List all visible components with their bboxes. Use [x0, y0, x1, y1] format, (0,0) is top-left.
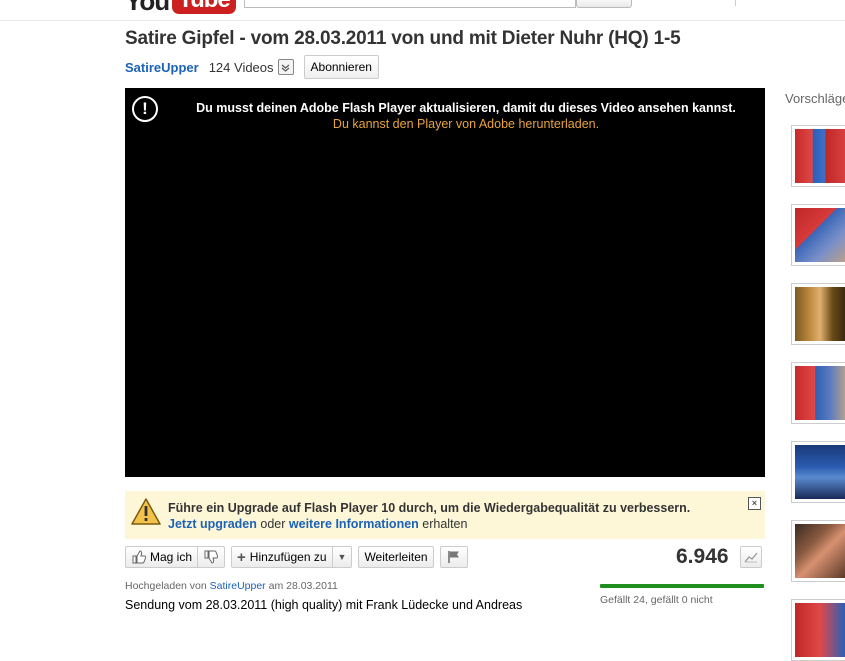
- channel-row: SatireUpper 124 Videos Abonnieren: [125, 55, 379, 79]
- thumbnail-image: [795, 603, 845, 657]
- thumbnail-image: [795, 208, 845, 262]
- warning-icon: [131, 498, 161, 525]
- stats-button[interactable]: [740, 546, 762, 568]
- youtube-logo[interactable]: You Tube: [125, 0, 236, 14]
- upgrade-or-text: oder: [260, 517, 286, 531]
- upload-info: Hochgeladen von SatireUpper am 28.03.201…: [125, 580, 338, 592]
- like-label: Mag ich: [150, 550, 193, 564]
- video-count-label: 124 Videos: [208, 59, 274, 75]
- channel-name-link[interactable]: SatireUpper: [125, 60, 199, 75]
- player-message: Du musst deinen Adobe Flash Player aktua…: [171, 101, 761, 131]
- view-count: 6.946: [676, 545, 729, 568]
- video-player[interactable]: ! Du musst deinen Adobe Flash Player akt…: [125, 88, 765, 477]
- dropdown-arrow-icon: ▼: [337, 552, 347, 562]
- chart-icon: [744, 552, 758, 563]
- plus-icon: +: [237, 548, 246, 566]
- suggestion-thumbnail[interactable]: [791, 125, 845, 187]
- more-info-link[interactable]: weitere Informationen: [289, 517, 419, 531]
- dislike-button[interactable]: [198, 546, 226, 568]
- thumbnail-image: [795, 129, 845, 183]
- logo-you-text: You: [125, 0, 170, 16]
- action-bar: Mag ich + Hinzufügen zu ▼ Weiterleiten: [125, 545, 468, 569]
- uploaded-prefix: Hochgeladen von: [125, 580, 207, 592]
- thumbnail-image: [795, 524, 845, 578]
- upgrade-links-line: Jetzt upgraden oder weitere Informatione…: [168, 517, 467, 531]
- chevron-down-icon: [277, 59, 294, 75]
- upgrade-message: Führe ein Upgrade auf Flash Player 10 du…: [168, 501, 691, 515]
- flag-icon: [446, 549, 462, 565]
- suggestion-thumbnail[interactable]: [791, 441, 845, 503]
- thumbnail-image: [795, 366, 845, 420]
- like-button[interactable]: Mag ich: [125, 546, 199, 568]
- header-divider: [735, 0, 736, 6]
- search-input[interactable]: [244, 0, 576, 8]
- thumbs-up-icon: [131, 549, 147, 565]
- thumbnail-image: [795, 445, 845, 499]
- thumbnail-image: [795, 287, 845, 341]
- add-to-group: + Hinzufügen zu ▼: [231, 546, 353, 568]
- share-button[interactable]: Weiterleiten: [358, 546, 434, 568]
- rating-text: Gefällt 24, gefällt 0 nicht: [600, 594, 713, 606]
- add-to-button[interactable]: + Hinzufügen zu: [231, 546, 333, 568]
- add-to-dropdown-button[interactable]: ▼: [332, 546, 353, 568]
- suggestions-title: Vorschläge: [785, 91, 845, 106]
- close-icon[interactable]: ×: [748, 497, 761, 510]
- like-group: Mag ich: [125, 546, 226, 568]
- subscribe-button[interactable]: Abonnieren: [303, 55, 379, 79]
- flash-upgrade-notice: Führe ein Upgrade auf Flash Player 10 du…: [125, 491, 765, 539]
- flash-update-message: Du musst deinen Adobe Flash Player aktua…: [196, 101, 736, 115]
- add-to-label: Hinzufügen zu: [249, 550, 327, 564]
- video-title: Satire Gipfel - vom 28.03.2011 von und m…: [125, 28, 681, 49]
- uploaded-date: am 28.03.2011: [268, 580, 338, 592]
- flag-button[interactable]: [439, 546, 468, 568]
- suggestion-thumbnail[interactable]: [791, 520, 845, 582]
- exclamation-icon: !: [132, 96, 158, 122]
- suggestion-thumbnail[interactable]: [791, 204, 845, 266]
- top-header: You Tube: [0, 0, 845, 21]
- suggestion-thumbnail[interactable]: [791, 362, 845, 424]
- adobe-download-link[interactable]: Du kannst den Player von Adobe herunterl…: [171, 117, 761, 131]
- logo-tube-text: Tube: [172, 0, 236, 14]
- video-count-dropdown[interactable]: 124 Videos: [209, 59, 294, 75]
- uploader-link[interactable]: SatireUpper: [210, 580, 266, 592]
- suggestion-thumbnail[interactable]: [791, 599, 845, 661]
- video-description: Sendung vom 28.03.2011 (high quality) mi…: [125, 598, 523, 612]
- header-link[interactable]: [673, 0, 689, 1]
- upgrade-now-link[interactable]: Jetzt upgraden: [168, 517, 257, 531]
- rating-bar: [600, 584, 764, 588]
- thumbs-down-icon: [203, 549, 219, 565]
- suggestion-thumbnail[interactable]: [791, 283, 845, 345]
- search-button[interactable]: [576, 0, 632, 8]
- upgrade-end-text: erhalten: [422, 517, 468, 531]
